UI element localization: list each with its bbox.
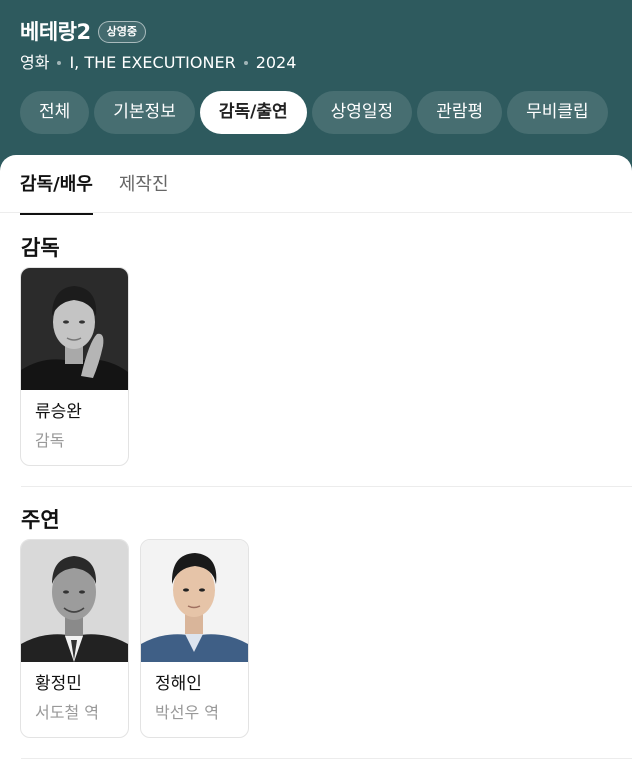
tab-schedule[interactable]: 상영일정 bbox=[311, 91, 413, 134]
person-name: 정해인 bbox=[155, 674, 202, 694]
person-photo bbox=[21, 540, 128, 662]
section-divider bbox=[21, 486, 632, 487]
tab-basic-info[interactable]: 기본정보 bbox=[94, 91, 195, 134]
person-role: 서도철 역 bbox=[35, 703, 99, 722]
person-card[interactable]: 류승완 감독 bbox=[20, 267, 129, 466]
person-role: 감독 bbox=[35, 431, 65, 450]
person-card[interactable]: 정해인 박선우 역 bbox=[140, 539, 249, 738]
tab-movie-clip[interactable]: 무비클립 bbox=[507, 91, 608, 134]
person-card[interactable]: 황정민 서도철 역 bbox=[20, 539, 129, 738]
person-photo bbox=[141, 540, 248, 662]
movie-category: 영화 bbox=[20, 53, 50, 72]
movie-year: 2024 bbox=[255, 53, 297, 72]
subtab-director-actor[interactable]: 감독/배우 bbox=[20, 171, 93, 215]
tab-reviews[interactable]: 관람평 bbox=[417, 91, 503, 134]
status-badge: 상영중 bbox=[97, 21, 146, 43]
section-divider bbox=[21, 758, 632, 759]
section-title-lead: 주연 bbox=[21, 508, 60, 532]
subtab-bar: 감독/배우 제작진 bbox=[20, 171, 195, 215]
subtab-crew[interactable]: 제작진 bbox=[119, 171, 169, 215]
separator-dot bbox=[57, 61, 62, 65]
content-sheet: 감독/배우 제작진 감독 류승완 감독 주연 황정민 서도철 역 정해인 박선우… bbox=[0, 155, 632, 780]
movie-original-title: I, THE EXECUTIONER bbox=[69, 53, 236, 72]
tab-all[interactable]: 전체 bbox=[20, 91, 90, 134]
movie-meta: 영화 I, THE EXECUTIONER 2024 bbox=[20, 52, 296, 74]
separator-dot bbox=[243, 61, 248, 65]
title-row: 베테랑2 상영중 bbox=[20, 17, 146, 47]
section-title-director: 감독 bbox=[21, 236, 60, 260]
person-photo bbox=[21, 268, 128, 390]
tab-bar: 전체 기본정보 감독/출연 상영일정 관람평 무비클립 bbox=[20, 91, 613, 134]
movie-title[interactable]: 베테랑2 bbox=[20, 17, 91, 47]
person-name: 류승완 bbox=[35, 402, 82, 422]
tab-director-cast[interactable]: 감독/출연 bbox=[199, 91, 307, 134]
subtab-divider bbox=[0, 212, 632, 213]
person-role: 박선우 역 bbox=[155, 703, 219, 722]
person-name: 황정민 bbox=[35, 674, 82, 694]
